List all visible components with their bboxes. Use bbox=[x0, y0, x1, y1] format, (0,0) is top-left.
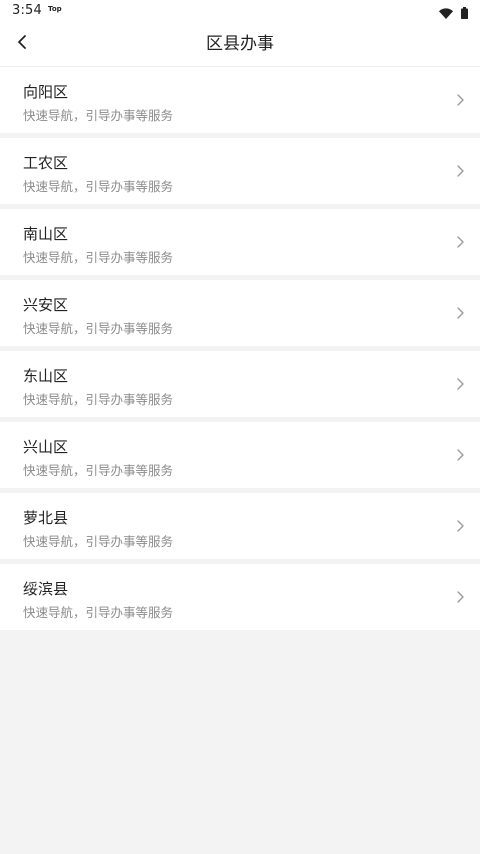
list-item[interactable]: 兴山区 快速导航，引导办事等服务 bbox=[0, 422, 480, 488]
item-title: 兴山区 bbox=[23, 438, 69, 456]
notification-label: Top bbox=[48, 5, 62, 13]
item-title: 东山区 bbox=[23, 367, 69, 385]
item-title: 向阳区 bbox=[23, 83, 69, 101]
item-subtitle: 快速导航，引导办事等服务 bbox=[23, 463, 174, 478]
item-subtitle: 快速导航，引导办事等服务 bbox=[23, 392, 174, 407]
wifi-icon bbox=[439, 4, 453, 23]
screen: 3:54 Top 区县办事 向阳区 快速导航，引导办事等服务 工农区 快速导航，… bbox=[0, 0, 480, 854]
item-subtitle: 快速导航，引导办事等服务 bbox=[23, 605, 174, 620]
chevron-right-icon bbox=[457, 591, 464, 603]
list-item[interactable]: 萝北县 快速导航，引导办事等服务 bbox=[0, 493, 480, 559]
status-bar: 3:54 Top bbox=[0, 0, 480, 22]
item-title: 南山区 bbox=[23, 225, 69, 243]
item-title: 绥滨县 bbox=[23, 580, 69, 598]
status-time: 3:54 bbox=[12, 3, 42, 18]
chevron-right-icon bbox=[457, 520, 464, 532]
chevron-right-icon bbox=[457, 94, 464, 106]
district-list: 向阳区 快速导航，引导办事等服务 工农区 快速导航，引导办事等服务 南山区 快速… bbox=[0, 67, 480, 630]
chevron-right-icon bbox=[457, 165, 464, 177]
list-item[interactable]: 南山区 快速导航，引导办事等服务 bbox=[0, 209, 480, 275]
item-subtitle: 快速导航，引导办事等服务 bbox=[23, 179, 174, 194]
item-subtitle: 快速导航，引导办事等服务 bbox=[23, 321, 174, 336]
item-subtitle: 快速导航，引导办事等服务 bbox=[23, 534, 174, 549]
item-title: 兴安区 bbox=[23, 296, 69, 314]
list-item[interactable]: 工农区 快速导航，引导办事等服务 bbox=[0, 138, 480, 204]
item-subtitle: 快速导航，引导办事等服务 bbox=[23, 108, 174, 123]
page-title: 区县办事 bbox=[206, 34, 274, 54]
item-subtitle: 快速导航，引导办事等服务 bbox=[23, 250, 174, 265]
chevron-right-icon bbox=[457, 449, 464, 461]
status-icons bbox=[439, 4, 468, 23]
item-title: 萝北县 bbox=[23, 509, 69, 527]
list-item[interactable]: 向阳区 快速导航，引导办事等服务 bbox=[0, 67, 480, 133]
list-item[interactable]: 兴安区 快速导航，引导办事等服务 bbox=[0, 280, 480, 346]
list-item[interactable]: 东山区 快速导航，引导办事等服务 bbox=[0, 351, 480, 417]
chevron-right-icon bbox=[457, 378, 464, 390]
list-item[interactable]: 绥滨县 快速导航，引导办事等服务 bbox=[0, 564, 480, 630]
battery-icon bbox=[461, 4, 468, 23]
header: 区县办事 bbox=[0, 22, 480, 67]
chevron-right-icon bbox=[457, 236, 464, 248]
item-title: 工农区 bbox=[23, 154, 69, 172]
chevron-right-icon bbox=[457, 307, 464, 319]
